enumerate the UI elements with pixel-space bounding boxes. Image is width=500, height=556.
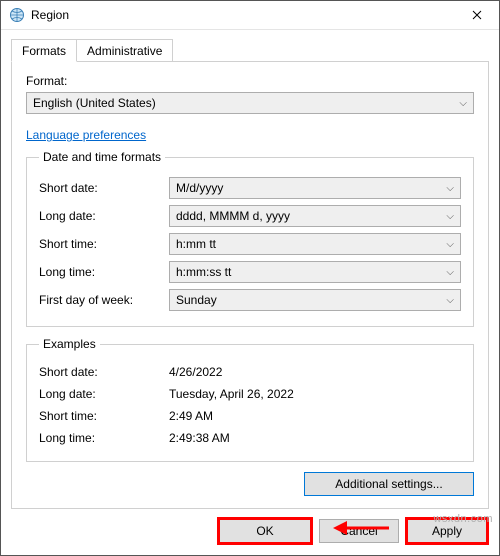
chevron-down-icon: ⌵ xyxy=(446,211,454,222)
client-area: Formats Administrative Format: English (… xyxy=(1,30,499,555)
region-dialog: Region Formats Administrative Format: En… xyxy=(0,0,500,556)
apply-button[interactable]: Apply xyxy=(407,519,487,543)
tab-administrative[interactable]: Administrative xyxy=(76,39,173,61)
ex-shortdate-label: Short date: xyxy=(39,365,169,379)
tabstrip: Formats Administrative xyxy=(11,38,489,62)
cancel-button[interactable]: Cancel xyxy=(319,519,399,543)
tab-formats[interactable]: Formats xyxy=(11,39,77,62)
chevron-down-icon: ⌵ xyxy=(446,183,454,194)
longtime-label: Long time: xyxy=(39,265,169,279)
datetime-formats-legend: Date and time formats xyxy=(39,150,165,164)
chevron-down-icon: ⌵ xyxy=(446,295,454,306)
ex-shortdate-value: 4/26/2022 xyxy=(169,365,461,379)
chevron-down-icon: ⌵ xyxy=(459,98,467,109)
shorttime-label: Short time: xyxy=(39,237,169,251)
ex-shorttime-label: Short time: xyxy=(39,409,169,423)
close-button[interactable] xyxy=(457,1,497,29)
chevron-down-icon: ⌵ xyxy=(446,239,454,250)
ex-longtime-value: 2:49:38 AM xyxy=(169,431,461,445)
dialog-buttons: OK Cancel Apply xyxy=(11,509,489,545)
format-label: Format: xyxy=(26,74,474,88)
additional-settings-button[interactable]: Additional settings... xyxy=(304,472,474,496)
ex-longtime-label: Long time: xyxy=(39,431,169,445)
shortdate-label: Short date: xyxy=(39,181,169,195)
chevron-down-icon: ⌵ xyxy=(446,267,454,278)
language-preferences-link[interactable]: Language preferences xyxy=(26,128,474,142)
ok-button[interactable]: OK xyxy=(219,519,311,543)
firstday-label: First day of week: xyxy=(39,293,169,307)
shortdate-select[interactable]: M/d/yyyy⌵ xyxy=(169,177,461,199)
examples-legend: Examples xyxy=(39,337,100,351)
longdate-label: Long date: xyxy=(39,209,169,223)
longdate-select[interactable]: dddd, MMMM d, yyyy⌵ xyxy=(169,205,461,227)
ex-longdate-value: Tuesday, April 26, 2022 xyxy=(169,387,461,401)
ex-longdate-label: Long date: xyxy=(39,387,169,401)
firstday-select[interactable]: Sunday⌵ xyxy=(169,289,461,311)
ex-shorttime-value: 2:49 AM xyxy=(169,409,461,423)
shorttime-select[interactable]: h:mm tt⌵ xyxy=(169,233,461,255)
titlebar: Region xyxy=(1,1,499,30)
window-title: Region xyxy=(31,8,457,22)
longtime-select[interactable]: h:mm:ss tt⌵ xyxy=(169,261,461,283)
datetime-formats-group: Date and time formats Short date: M/d/yy… xyxy=(26,150,474,327)
globe-icon xyxy=(9,7,25,23)
format-value: English (United States) xyxy=(33,96,156,110)
tab-body: Format: English (United States) ⌵ Langua… xyxy=(11,62,489,509)
format-select[interactable]: English (United States) ⌵ xyxy=(26,92,474,114)
examples-group: Examples Short date:4/26/2022 Long date:… xyxy=(26,337,474,462)
